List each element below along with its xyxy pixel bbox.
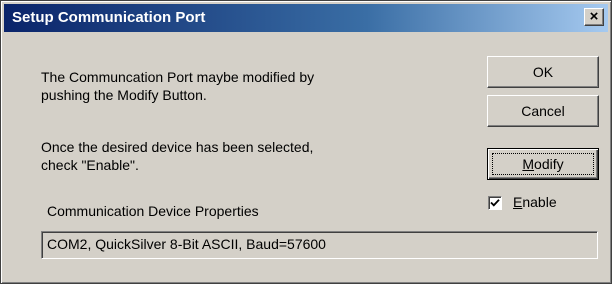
cancel-button[interactable]: Cancel	[487, 95, 599, 127]
message-line-2: pushing the Modify Button.	[41, 87, 207, 103]
message-line-3: Once the desired device has been selecte…	[41, 139, 314, 155]
enable-checkbox-label[interactable]: Enable	[513, 194, 557, 211]
enable-mnemonic: E	[513, 194, 523, 210]
enable-label-rest: nable	[522, 194, 557, 210]
enable-checkbox[interactable]	[488, 196, 502, 210]
ok-button-label: OK	[532, 64, 554, 80]
title-bar[interactable]: Setup Communication Port ×	[4, 4, 608, 32]
modify-button[interactable]: Modify	[487, 148, 599, 180]
checkmark-icon	[490, 199, 500, 207]
focus-ring	[492, 153, 594, 175]
cancel-button-label: Cancel	[521, 103, 565, 119]
setup-communication-port-dialog: Setup Communication Port × The Communcat…	[0, 0, 612, 284]
close-icon: ×	[589, 8, 599, 25]
message-line-4: check "Enable".	[41, 157, 139, 173]
ok-button[interactable]: OK	[487, 56, 599, 88]
device-properties-field: COM2, QuickSilver 8-Bit ASCII, Baud=5760…	[41, 231, 598, 259]
window-title: Setup Communication Port	[12, 9, 206, 26]
device-properties-label: Communication Device Properties	[47, 203, 259, 219]
close-button[interactable]: ×	[584, 8, 604, 26]
message-line-1: The Communcation Port maybe modified by	[41, 69, 315, 85]
